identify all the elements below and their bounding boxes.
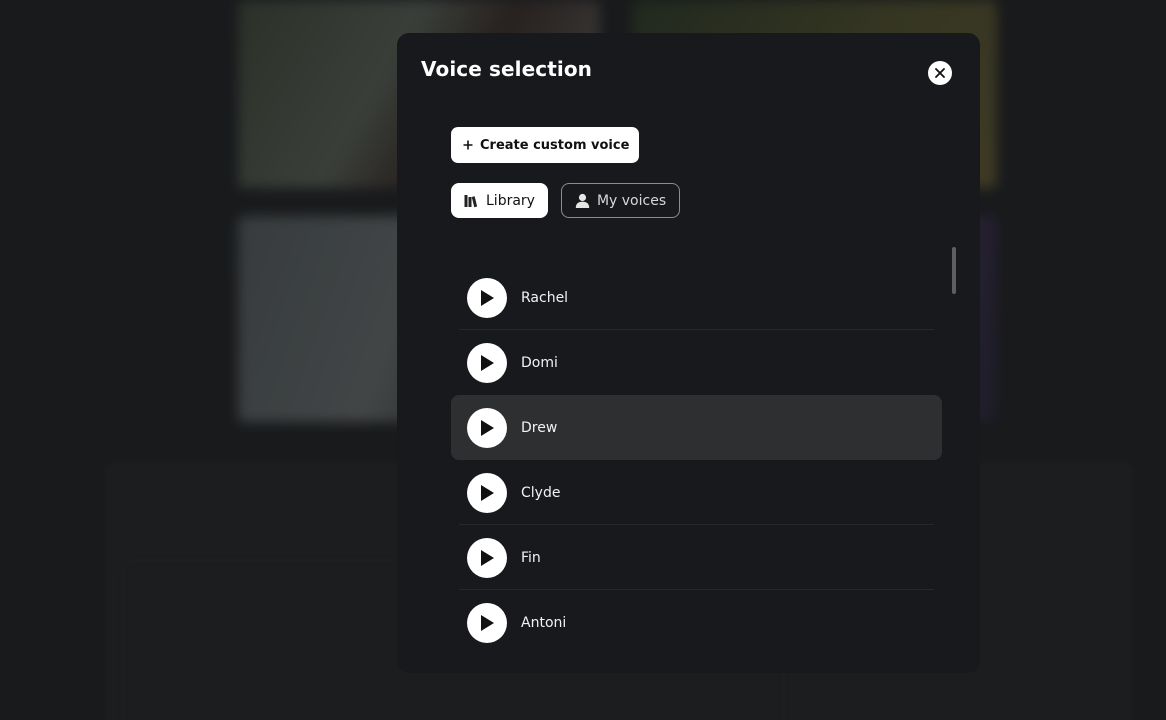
play-icon: [481, 614, 494, 631]
user-icon: [575, 193, 590, 208]
library-icon: [464, 194, 478, 207]
voice-list: Rachel Domi Drew Clyde Fin Antoni: [451, 265, 942, 655]
play-icon: [481, 354, 494, 371]
tab-my-voices-label: My voices: [596, 192, 667, 209]
play-button[interactable]: [467, 537, 507, 578]
close-icon: [935, 68, 945, 78]
voice-name: Rachel: [521, 289, 569, 306]
play-button[interactable]: [467, 407, 507, 448]
play-icon: [481, 549, 494, 566]
voice-item-drew[interactable]: Drew: [451, 395, 942, 460]
modal-title: Voice selection: [421, 57, 593, 81]
tab-library-label: Library: [486, 192, 535, 209]
play-button[interactable]: [467, 277, 507, 318]
voice-item-rachel[interactable]: Rachel: [451, 265, 942, 330]
tab-library[interactable]: Library: [451, 183, 548, 218]
voice-item-clyde[interactable]: Clyde: [451, 460, 942, 525]
voice-name: Clyde: [521, 484, 561, 501]
tab-my-voices[interactable]: My voices: [560, 183, 681, 218]
play-button[interactable]: [467, 472, 507, 513]
voice-item-fin[interactable]: Fin: [451, 525, 942, 590]
voice-name: Domi: [521, 354, 558, 371]
play-button[interactable]: [467, 602, 507, 643]
voice-name: Drew: [521, 419, 558, 436]
voice-name: Antoni: [521, 614, 567, 631]
plus-icon: [463, 140, 473, 150]
create-custom-voice-label: Create custom voice: [480, 137, 630, 153]
voice-list-scrollbar[interactable]: [952, 247, 956, 294]
play-icon: [481, 419, 494, 436]
play-button[interactable]: [467, 342, 507, 383]
voice-item-domi[interactable]: Domi: [451, 330, 942, 395]
close-button[interactable]: [928, 61, 952, 85]
voice-name: Fin: [521, 549, 541, 566]
voice-selection-modal: Voice selection Create custom voice Libr…: [397, 33, 980, 673]
play-icon: [481, 484, 494, 501]
voice-item-antoni[interactable]: Antoni: [451, 590, 942, 655]
voice-tabs: Library My voices: [451, 183, 681, 218]
play-icon: [481, 289, 494, 306]
create-custom-voice-button[interactable]: Create custom voice: [451, 127, 640, 163]
